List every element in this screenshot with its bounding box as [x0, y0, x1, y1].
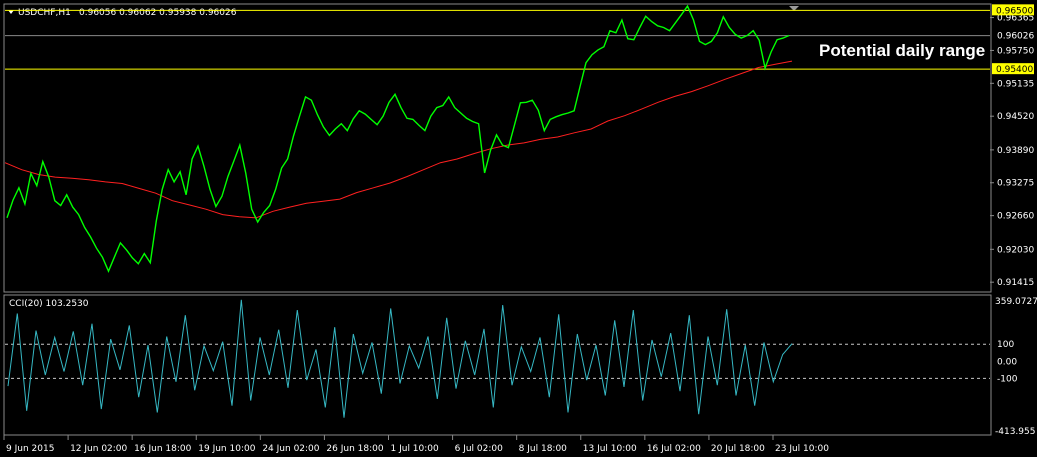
cci-level-label: -100	[997, 374, 1018, 384]
cci-line	[7, 299, 793, 418]
price-axis: 0.963650.957500.951350.945200.938900.932…	[990, 14, 1034, 288]
range-lines	[5, 9, 990, 70]
time-axis: 9 Jun 2015 12 Jun 02:00 16 Jun 18:00 19 Jun…	[3, 435, 829, 454]
range-tag-label: 0.95400	[996, 65, 1033, 75]
cci-level-label: 100	[997, 340, 1014, 350]
price-tick-label: 0.95750	[997, 46, 1034, 56]
price-tick-label: 0.92030	[997, 245, 1034, 255]
current-price-label: 0.96026	[997, 32, 1034, 42]
cci-level-label: 0.00	[997, 357, 1017, 367]
time-tick-label: 20 Jul 18:00	[711, 444, 765, 454]
moving-average-line	[4, 60, 793, 219]
time-tick-label: 1 Jul 10:00	[391, 444, 440, 454]
price-tick-label: 0.93275	[997, 179, 1034, 189]
time-tick-label: 8 Jul 18:00	[519, 444, 568, 454]
cci-min-label: -413.955	[995, 427, 1035, 437]
time-tick-label: 24 Jun 02:00	[262, 444, 319, 454]
price-tick-label: 0.92660	[997, 212, 1034, 222]
time-tick-label: 6 Jul 02:00	[455, 444, 504, 454]
time-tick-label: 16 Jul 02:00	[647, 444, 701, 454]
forex-chart: USDCHF,H1 0.96056 0.96062 0.95938 0.9602…	[3, 3, 1037, 454]
range-tags: 0.96500 0.96026 0.95400	[992, 4, 1034, 75]
chart-ohlc: 0.96056 0.96062 0.95938 0.96026	[79, 8, 237, 18]
price-tick-label: 0.95135	[997, 79, 1034, 89]
price-tick-label: 0.94520	[997, 112, 1034, 122]
time-tick-label: 19 Jun 10:00	[198, 444, 255, 454]
time-tick-label: 9 Jun 2015	[6, 444, 54, 454]
price-line	[6, 4, 790, 273]
range-annotation: Potential daily range	[819, 41, 985, 60]
time-tick-label: 26 Jun 18:00	[326, 444, 383, 454]
price-tick-label: 0.93890	[997, 146, 1034, 156]
time-tick-label: 12 Jun 02:00	[70, 444, 127, 454]
price-tick-label: 0.91415	[997, 278, 1034, 288]
time-tick-label: 16 Jun 18:00	[134, 444, 191, 454]
cci-max-label: 359.0727	[995, 297, 1037, 307]
time-tick-label: 23 Jul 10:00	[775, 444, 829, 454]
cci-title: CCI(20) 103.2530	[9, 299, 89, 309]
chart-symbol: USDCHF,H1	[18, 8, 71, 18]
time-tick-label: 13 Jul 10:00	[583, 444, 637, 454]
range-tag-label: 0.96500	[996, 6, 1033, 16]
